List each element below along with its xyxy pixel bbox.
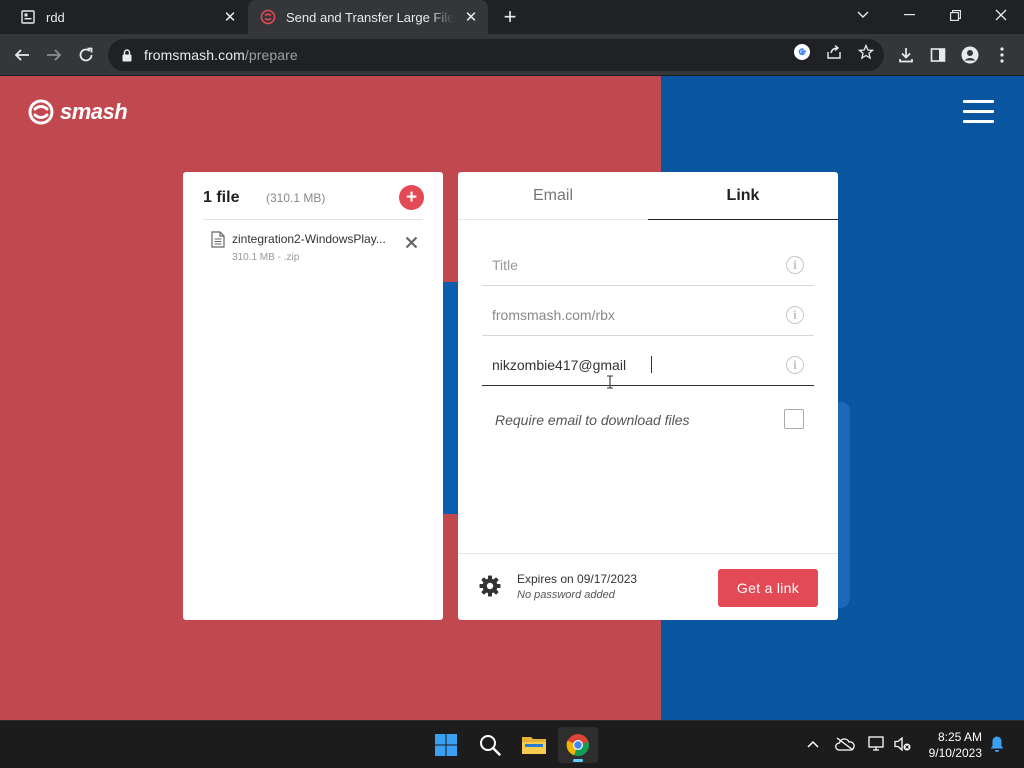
add-file-button[interactable]: + bbox=[399, 185, 424, 210]
reload-icon[interactable] bbox=[72, 41, 100, 69]
list-item: zintegration2-WindowsPlay... 310.1 MB - … bbox=[211, 228, 421, 268]
info-icon[interactable]: i bbox=[786, 356, 804, 374]
transfer-footer: Expires on 09/17/2023 No password added … bbox=[458, 553, 838, 620]
document-icon bbox=[211, 231, 225, 248]
page-icon bbox=[20, 9, 36, 25]
file-explorer-icon[interactable] bbox=[514, 727, 554, 763]
system-clock[interactable]: 8:25 AM 9/10/2023 bbox=[918, 729, 982, 761]
browser-toolbar: fromsmash.com/prepare bbox=[0, 34, 1024, 76]
transfer-panel: Email Link Title i fromsmash.com/rbx i n… bbox=[458, 172, 838, 620]
side-panel-icon[interactable] bbox=[926, 43, 950, 67]
new-tab-button[interactable]: + bbox=[498, 4, 522, 29]
restore-icon[interactable] bbox=[932, 0, 978, 30]
email-field[interactable]: nikzombie417@gmail i bbox=[482, 342, 814, 389]
transfer-tabs: Email Link bbox=[458, 172, 838, 220]
back-arrow-icon[interactable] bbox=[8, 41, 36, 69]
text-caret bbox=[651, 356, 652, 373]
url-domain: fromsmash.com bbox=[144, 47, 245, 63]
minimize-icon[interactable] bbox=[886, 0, 932, 30]
address-bar[interactable]: fromsmash.com/prepare bbox=[108, 39, 884, 71]
title-placeholder: Title bbox=[492, 257, 518, 273]
info-icon[interactable]: i bbox=[786, 256, 804, 274]
custom-url-field[interactable]: fromsmash.com/rbx i bbox=[482, 292, 814, 336]
close-window-icon[interactable] bbox=[978, 0, 1024, 30]
title-field[interactable]: Title i bbox=[482, 242, 814, 286]
web-page: smash 1 file (310.1 MB) + zintegration2-… bbox=[0, 76, 1024, 720]
chevron-up-icon[interactable] bbox=[802, 733, 824, 755]
text-cursor-icon bbox=[607, 375, 613, 389]
require-email-checkbox[interactable] bbox=[784, 409, 804, 429]
tab-email[interactable]: Email bbox=[458, 172, 648, 220]
lock-icon bbox=[122, 48, 136, 62]
volume-muted-icon[interactable] bbox=[892, 733, 914, 755]
email-value: nikzombie417@gmail bbox=[492, 357, 627, 373]
background-decoration bbox=[836, 402, 850, 608]
browser-tab-bar: rdd ✕ Send and Transfer Large Files Onli… bbox=[0, 0, 1024, 34]
tab-smash[interactable]: Send and Transfer Large Files Online ✕ bbox=[248, 0, 488, 34]
network-icon[interactable] bbox=[866, 733, 888, 755]
clock-time: 8:25 AM bbox=[937, 730, 982, 744]
total-size: (310.1 MB) bbox=[266, 191, 326, 205]
file-count: 1 file bbox=[203, 189, 240, 206]
hamburger-menu-icon[interactable] bbox=[963, 100, 995, 124]
tab-rdd[interactable]: rdd ✕ bbox=[0, 0, 247, 34]
notification-bell-icon[interactable] bbox=[986, 733, 1008, 755]
gear-icon[interactable] bbox=[478, 574, 502, 598]
require-email-label: Require email to download files bbox=[495, 412, 690, 428]
custom-url-value: fromsmash.com/rbx bbox=[492, 307, 615, 323]
smash-logo-icon bbox=[28, 99, 54, 125]
bookmark-star-icon[interactable] bbox=[856, 42, 876, 62]
tab-title: Send and Transfer Large Files Online bbox=[286, 9, 454, 25]
remove-file-icon[interactable] bbox=[403, 234, 419, 250]
forward-arrow-icon[interactable] bbox=[40, 41, 68, 69]
close-tab-icon[interactable]: ✕ bbox=[460, 6, 482, 28]
search-icon[interactable] bbox=[470, 727, 510, 763]
google-icon[interactable] bbox=[792, 42, 812, 62]
tab-title: rdd bbox=[46, 9, 65, 25]
tab-link[interactable]: Link bbox=[648, 172, 838, 220]
smash-logo[interactable]: smash bbox=[28, 99, 128, 125]
brand-name: smash bbox=[60, 99, 128, 124]
file-name: zintegration2-WindowsPlay... bbox=[232, 232, 386, 246]
close-tab-icon[interactable]: ✕ bbox=[219, 6, 241, 28]
get-link-button[interactable]: Get a link bbox=[718, 569, 818, 607]
download-icon[interactable] bbox=[894, 43, 918, 67]
password-status: No password added bbox=[517, 589, 615, 601]
chrome-icon[interactable] bbox=[558, 727, 598, 763]
expiry-text: Expires on 09/17/2023 bbox=[517, 572, 638, 586]
windows-taskbar: 8:25 AM 9/10/2023 bbox=[0, 720, 1024, 768]
menu-kebab-icon[interactable] bbox=[990, 43, 1014, 67]
share-icon[interactable] bbox=[824, 42, 844, 62]
profile-icon[interactable] bbox=[958, 43, 982, 67]
smash-favicon bbox=[260, 9, 276, 25]
clock-date: 9/10/2023 bbox=[928, 746, 982, 760]
windows-start-icon[interactable] bbox=[426, 727, 466, 763]
tab-search-icon[interactable] bbox=[840, 0, 886, 30]
files-header: 1 file (310.1 MB) bbox=[203, 186, 423, 220]
url-path: /prepare bbox=[244, 47, 298, 63]
file-meta: 310.1 MB - .zip bbox=[232, 252, 300, 263]
files-panel: 1 file (310.1 MB) + zintegration2-Window… bbox=[183, 172, 443, 620]
onedrive-icon[interactable] bbox=[834, 733, 856, 755]
info-icon[interactable]: i bbox=[786, 306, 804, 324]
require-email-row: Require email to download files bbox=[494, 406, 806, 434]
url-text: fromsmash.com/prepare bbox=[144, 47, 298, 63]
